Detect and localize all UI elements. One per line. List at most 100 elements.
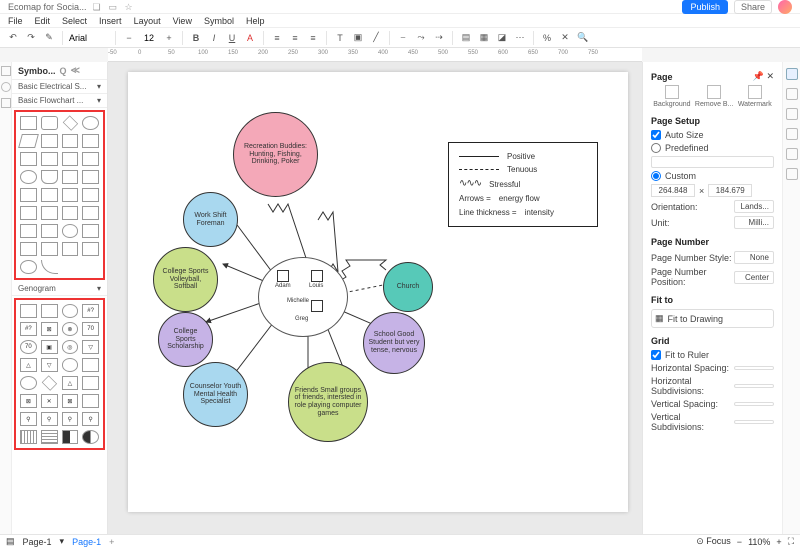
publish-button[interactable]: Publish: [682, 0, 728, 14]
undo-icon[interactable]: ↶: [6, 31, 20, 45]
rail-btn[interactable]: [1, 66, 11, 76]
shape[interactable]: ▣: [41, 340, 58, 354]
node-recreation[interactable]: Recreation Buddies: Hunting, Fishing, Dr…: [233, 112, 318, 197]
shape[interactable]: [18, 134, 39, 148]
shape[interactable]: [20, 152, 37, 166]
shape[interactable]: [20, 260, 37, 274]
shape[interactable]: [82, 134, 99, 148]
shape[interactable]: [62, 134, 79, 148]
bold-icon[interactable]: B: [189, 31, 203, 45]
autosize-check[interactable]: [651, 130, 661, 140]
zoom-out[interactable]: −: [737, 537, 742, 547]
shape[interactable]: [82, 224, 99, 238]
node-counselor[interactable]: Counselor Youth Mental Health Specialist: [183, 362, 248, 427]
shape[interactable]: [20, 188, 37, 202]
shape[interactable]: [82, 206, 99, 220]
shape[interactable]: △: [20, 358, 37, 372]
shape[interactable]: [82, 188, 99, 202]
ratio-icon[interactable]: %: [540, 31, 554, 45]
shape[interactable]: ⊗: [62, 322, 79, 336]
rtab-history[interactable]: [786, 128, 798, 140]
node-school[interactable]: School Good Student but very tense, nerv…: [363, 312, 425, 374]
font-size[interactable]: [140, 33, 158, 43]
shape[interactable]: #?: [20, 322, 37, 336]
shape[interactable]: △: [62, 376, 79, 390]
shape[interactable]: [82, 358, 99, 372]
predefined-radio[interactable]: [651, 143, 661, 153]
shape[interactable]: [20, 304, 37, 318]
shape[interactable]: [62, 152, 79, 166]
fit-drawing-btn[interactable]: Fit to Drawing: [668, 314, 724, 324]
focus-mode[interactable]: ⊙ Focus: [696, 536, 731, 547]
shape[interactable]: #?: [82, 304, 99, 318]
shape[interactable]: ⊠: [41, 322, 58, 336]
shape[interactable]: [20, 376, 37, 390]
shape[interactable]: [42, 375, 57, 390]
vspacing[interactable]: [734, 402, 774, 406]
shape[interactable]: [62, 304, 79, 318]
conn3-icon[interactable]: ⇢: [432, 31, 446, 45]
rail-btn[interactable]: [1, 82, 11, 92]
underline-icon[interactable]: U: [225, 31, 239, 45]
cloud-icon[interactable]: ▭: [109, 2, 119, 12]
menu-help[interactable]: Help: [246, 16, 265, 26]
symbols-search-icon[interactable]: Q: [60, 66, 67, 76]
line-icon[interactable]: ╱: [369, 31, 383, 45]
rtab-comments[interactable]: [786, 148, 798, 160]
zoom-in[interactable]: +: [776, 537, 781, 547]
shape[interactable]: [82, 170, 99, 184]
shape[interactable]: [82, 376, 99, 390]
shape[interactable]: [62, 115, 77, 130]
shape[interactable]: [82, 430, 99, 444]
shape[interactable]: ⊠: [20, 394, 37, 408]
fitruler-check[interactable]: [651, 350, 661, 360]
hspacing[interactable]: [734, 366, 774, 370]
search-icon[interactable]: 🔍: [576, 31, 590, 45]
shape[interactable]: [82, 152, 99, 166]
save-icon[interactable]: ❏: [93, 2, 103, 12]
avatar[interactable]: [778, 0, 792, 14]
close-icon[interactable]: ✕: [766, 71, 774, 81]
text-icon[interactable]: T: [333, 31, 347, 45]
node-collegesports[interactable]: College Sports Volleyball, Softball: [153, 247, 218, 312]
outline-icon[interactable]: ▤: [6, 536, 15, 547]
shape[interactable]: [41, 188, 58, 202]
menu-insert[interactable]: Insert: [99, 16, 122, 26]
rtab-theme[interactable]: [786, 88, 798, 100]
shape[interactable]: [20, 170, 37, 184]
shape[interactable]: [41, 152, 58, 166]
shape[interactable]: [62, 358, 79, 372]
vsub[interactable]: [734, 420, 774, 424]
shape[interactable]: [82, 116, 99, 130]
star-icon[interactable]: ☆: [125, 2, 135, 12]
pagenum-style[interactable]: None: [734, 251, 774, 264]
shape[interactable]: [82, 394, 99, 408]
shape[interactable]: [20, 206, 37, 220]
pagenum-pos[interactable]: Center: [734, 271, 774, 284]
shape[interactable]: [62, 430, 79, 444]
conn1-icon[interactable]: ⎯: [396, 31, 410, 45]
shape[interactable]: [20, 430, 37, 444]
background-btn[interactable]: Background: [653, 85, 690, 108]
shape[interactable]: ⚲: [62, 412, 79, 426]
section-genogram[interactable]: Genogram▾: [12, 282, 107, 296]
menu-layout[interactable]: Layout: [134, 16, 161, 26]
page-tab[interactable]: Page-1: [72, 537, 101, 547]
shadow-icon[interactable]: ◪: [495, 31, 509, 45]
shape[interactable]: [41, 260, 58, 274]
page-canvas[interactable]: Recreation Buddies: Hunting, Fishing, Dr…: [128, 72, 628, 512]
node-church[interactable]: Church: [383, 262, 433, 312]
shape[interactable]: [41, 206, 58, 220]
font-select[interactable]: [69, 33, 109, 43]
conn2-icon[interactable]: ⤳: [414, 31, 428, 45]
height-field[interactable]: 184.679: [708, 184, 752, 197]
menu-file[interactable]: File: [8, 16, 23, 26]
share-button[interactable]: Share: [734, 0, 772, 14]
arrange-icon[interactable]: ▤: [459, 31, 473, 45]
shape[interactable]: [62, 170, 79, 184]
shape[interactable]: [62, 188, 79, 202]
page-label[interactable]: Page-1: [23, 537, 52, 547]
node-workshift[interactable]: Work Shift Foreman: [183, 192, 238, 247]
menu-select[interactable]: Select: [62, 16, 87, 26]
family-circle[interactable]: Adam Louis Michelle Greg: [258, 257, 348, 337]
